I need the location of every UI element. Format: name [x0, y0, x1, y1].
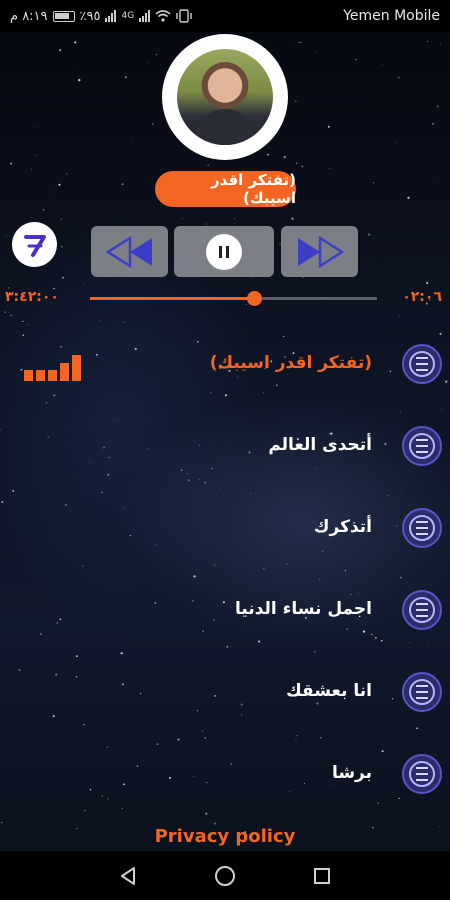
song-title: أتحدى العالم — [268, 435, 372, 455]
song-title: أتذكرك — [313, 517, 372, 537]
song-row[interactable]: اجمل نساء الدنيا — [0, 586, 450, 632]
pause-icon — [206, 233, 242, 270]
song-title: (تفتكر اقدر اسيبك) — [209, 353, 372, 373]
seek-bar[interactable] — [90, 291, 377, 306]
previous-button[interactable] — [91, 226, 168, 277]
seek-bar-fill — [90, 297, 254, 300]
network-type: 4G — [121, 11, 135, 21]
carrier-name: Yemen Mobile — [343, 8, 440, 24]
vibrate-icon — [176, 9, 192, 23]
recents-square-icon[interactable] — [311, 865, 333, 887]
song-title: برشا — [331, 763, 372, 783]
clock: ٨:١٩ م — [10, 8, 48, 24]
album-art — [162, 34, 288, 160]
song-row[interactable]: أتذكرك — [0, 504, 450, 550]
menu-lines-icon[interactable] — [402, 672, 442, 712]
song-row[interactable]: انا بعشقك — [0, 668, 450, 714]
song-row[interactable]: (تفتكر اقدر اسيبك) — [0, 340, 450, 386]
home-circle-icon[interactable] — [213, 864, 237, 888]
next-button[interactable] — [281, 226, 358, 277]
artist-photo — [177, 49, 273, 145]
now-playing-title: (تفتكر اقدر اسيبك) — [155, 171, 296, 207]
wifi-icon — [155, 10, 171, 22]
signal-icon-2 — [139, 10, 151, 22]
status-bar: ٨:١٩ م ٪٩٥ 4G Yemen Mobile — [0, 0, 450, 32]
menu-lines-icon[interactable] — [402, 508, 442, 548]
menu-lines-icon[interactable] — [402, 344, 442, 384]
timer-7-icon — [23, 234, 46, 257]
elapsed-time: ٠٢:٠٦ — [402, 289, 442, 305]
system-nav-bar — [0, 851, 450, 900]
menu-lines-icon[interactable] — [402, 754, 442, 794]
battery-icon — [52, 10, 75, 22]
song-row[interactable]: برشا — [0, 750, 450, 796]
total-time: ٣:٤٢:٠٠ — [5, 289, 59, 305]
play-pause-button[interactable] — [174, 226, 274, 277]
battery-percent: ٪٩٥ — [79, 8, 101, 24]
fast-forward-icon — [297, 235, 344, 268]
menu-lines-icon[interactable] — [402, 426, 442, 466]
sleep-timer-button[interactable] — [12, 222, 57, 267]
privacy-policy-link[interactable]: Privacy policy — [0, 826, 450, 847]
menu-lines-icon[interactable] — [402, 590, 442, 630]
rewind-icon — [105, 235, 152, 268]
song-title: اجمل نساء الدنيا — [235, 599, 372, 619]
back-triangle-icon[interactable] — [117, 865, 139, 887]
signal-icon — [105, 10, 117, 22]
song-title: انا بعشقك — [286, 681, 372, 701]
song-row[interactable]: أتحدى العالم — [0, 422, 450, 468]
seek-bar-thumb[interactable] — [246, 291, 262, 306]
